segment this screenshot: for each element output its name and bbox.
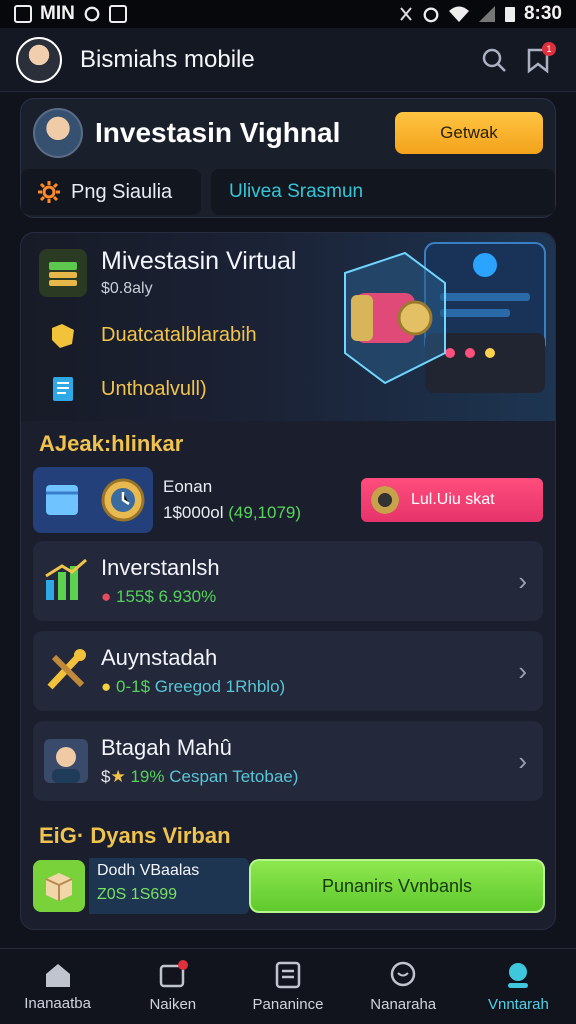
list-item-subtitle: $★ 19% Cespan Tetobae) [101,767,299,786]
banner-subtitle: $0.8aly [101,280,153,297]
feature-icons [33,467,153,533]
person-avatar-icon [41,736,91,786]
carrier-label: MIN [40,3,75,24]
search-icon [482,48,506,72]
banner-title: Mivestasin Virtual [101,247,297,275]
cube-icon [45,485,78,515]
money-stack-icon [39,248,87,297]
profile-icon [508,963,529,988]
document-icon [39,365,87,413]
bottom-nav: Inanaatba Naiken Pananince Nanaraha Vnnt… [0,948,576,1024]
nav-chat[interactable]: Nanaraha [346,949,461,1024]
box-icon [33,860,85,912]
virtual-banner[interactable]: Mivestasin Virtual $0.8aly Duatcatalblar… [21,233,555,421]
hero-avatar [33,108,83,158]
settings-chip-label: Png Siaulia [71,180,173,203]
list-item-title: Btagah Mahû [101,735,232,760]
list-item-title: Inverstanlsh [101,555,220,580]
gear-icon [38,181,60,203]
section-title-1: AJeak:hlinkar [39,431,184,456]
search-button[interactable] [472,38,516,82]
banner-line-3: Unthoalvull) [101,377,207,400]
getwak-button[interactable]: Getwak [395,112,543,154]
settings-icon [84,6,100,22]
status-bar: MIN 8:30 [0,0,576,28]
feature-row: Eonan 1$000ol (49,1079) Lul.Uiu skat [33,465,543,535]
nav-label: Vnntarah [487,996,549,1013]
wifi-icon [448,6,469,22]
section-title-2: EiG· Dyans Virban [39,823,231,848]
notifications-button[interactable]: 1 [516,38,560,82]
feature-value: 1$000ol (49,1079) [163,503,302,522]
bar-chart-icon [41,556,91,606]
list-item-subtitle: ● 155$ 6.930% [101,587,217,606]
nfc-icon [400,7,412,21]
list-item[interactable]: Btagah Mahû $★ 19% Cespan Tetobae) › [33,721,543,801]
settings-chip[interactable]: Png Siaulia [21,169,201,215]
app-title: Bismiahs mobile [80,45,255,73]
list-icon [275,961,301,989]
main-card: Mivestasin Virtual $0.8aly Duatcatalblar… [20,232,556,930]
puzzle-icon [39,311,87,359]
coin-icon [371,486,399,514]
list-item[interactable]: Inverstanlsh ● 155$ 6.930% › [33,541,543,621]
home-icon [45,964,70,987]
promo-button[interactable]: Punanirs Vvnbanls [249,859,545,913]
info-chip[interactable]: Ulivea Srasmun [211,169,555,215]
nav-home[interactable]: Inanaatba [0,949,115,1024]
chevron-right-icon: › [518,565,527,596]
alarm-icon [423,7,439,23]
battery-icon [504,7,515,22]
profile-avatar[interactable] [16,36,62,83]
promo-line-1: Dodh VBaalas [97,862,200,879]
chat-icon [390,961,416,987]
promo-row: Dodh VBaalas Z0S 1S699 Punanirs Vvnbanls [33,857,545,915]
hero-title: Investasin Vighnal [95,117,341,148]
nav-label: Inanaatba [24,995,91,1012]
nav-profile[interactable]: Vnntarah [461,949,576,1024]
chevron-right-icon: › [518,745,527,776]
list-item-subtitle: ● 0-1$ Greegod 1Rhblo) [101,677,286,696]
tools-icon [41,646,91,696]
nav-finance[interactable]: Pananince [230,949,345,1024]
calendar-icon [159,960,188,988]
app-bar: Bismiahs mobile 1 [0,28,576,92]
nav-label: Naiken [149,996,197,1013]
signal-icon [478,6,495,22]
clock-coin-icon [101,478,144,522]
hero-card: Investasin Vighnal Getwak Png Siaulia Ul… [20,98,556,218]
crypto-illustration-icon [344,242,546,393]
banner-line-2: Duatcatalblarabih [101,323,257,346]
list-item-title: Auynstadah [101,645,218,670]
notification-badge: 1 [542,41,556,56]
download-icon [108,5,127,23]
pink-action-button[interactable]: Lul.Uiu skat [361,478,543,522]
feature-label: Eonan [163,477,213,496]
promo-line-2: Z0S 1S699 [97,886,178,903]
nav-label: Pananince [252,996,324,1013]
nav-messages[interactable]: Naiken [115,949,230,1024]
clock: 8:30 [523,3,562,24]
list-item[interactable]: Auynstadah ● 0-1$ Greegod 1Rhblo) › [33,631,543,711]
promo-info: Dodh VBaalas Z0S 1S699 [89,858,249,914]
nav-label: Nanaraha [370,996,437,1013]
chevron-right-icon: › [518,655,527,686]
gallery-icon [14,5,32,23]
